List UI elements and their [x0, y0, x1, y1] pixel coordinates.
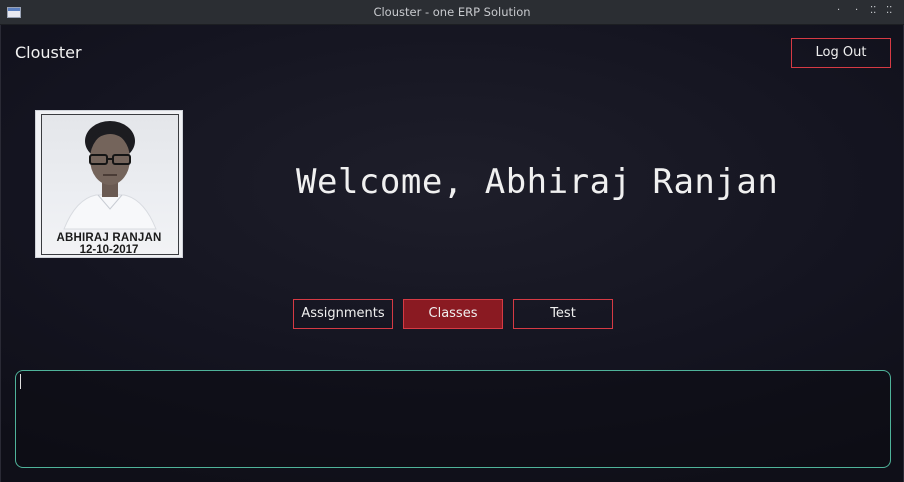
window-minimize-button[interactable]: ·	[837, 0, 840, 25]
welcome-heading: Welcome, Abhiraj Ranjan	[296, 162, 779, 202]
text-cursor	[20, 374, 21, 389]
profile-photo: ABHIRAJ RANJAN 12-10-2017	[35, 110, 183, 258]
window-titlebar: Clouster - one ERP Solution · · ⁚⁚ ⁚⁚	[0, 0, 904, 25]
window-close-button[interactable]: ⁚⁚	[886, 0, 892, 25]
test-button[interactable]: Test	[513, 299, 613, 329]
photo-name-caption: ABHIRAJ RANJAN	[56, 232, 162, 244]
window-maximize-button[interactable]: ⁚⁚	[870, 0, 876, 25]
brand-title: Clouster	[15, 43, 82, 62]
photo-date-caption: 12-10-2017	[79, 244, 139, 256]
window-shade-button[interactable]: ·	[855, 0, 858, 25]
logout-button[interactable]: Log Out	[791, 38, 891, 68]
classes-button[interactable]: Classes	[403, 299, 503, 329]
app-canvas: Clouster Log Out ABHIRAJ RANJAN 12-10-20…	[0, 25, 904, 482]
content-text-area[interactable]	[15, 370, 891, 468]
window-title: Clouster - one ERP Solution	[373, 5, 531, 19]
assignments-button[interactable]: Assignments	[293, 299, 393, 329]
